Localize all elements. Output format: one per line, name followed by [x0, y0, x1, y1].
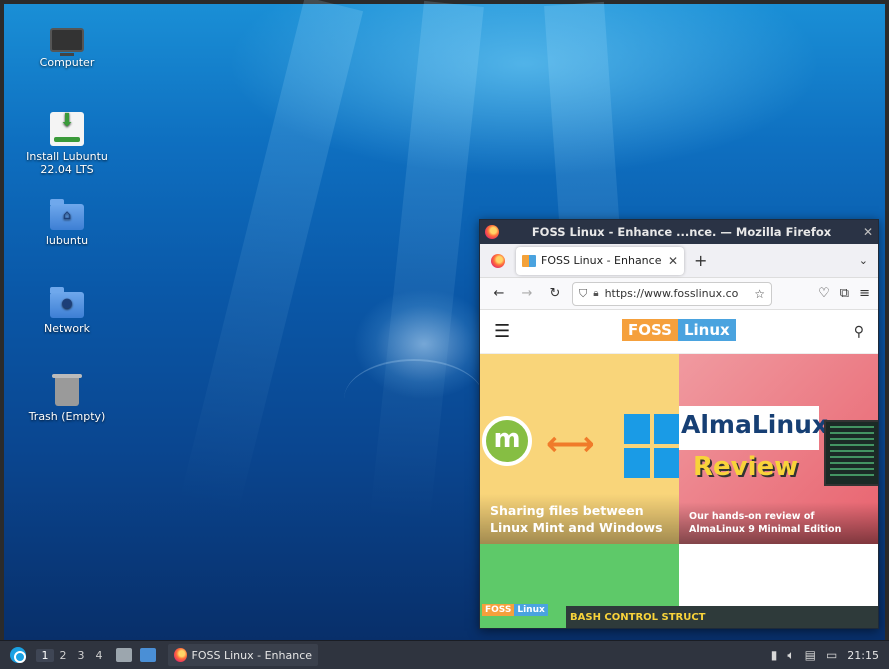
site-logo[interactable]: FOSS Linux: [622, 319, 736, 341]
article-card-almalinux-review[interactable]: AlmaLinux Review Our hands-on review of …: [679, 354, 878, 544]
firefox-icon: [485, 225, 499, 239]
system-tray: ▮ 🔈︎ ▤ ▭ 21:15: [771, 648, 889, 663]
network-icon[interactable]: ▭: [826, 648, 837, 662]
windows-logo-icon: [624, 414, 679, 480]
firefox-view-button[interactable]: [486, 253, 510, 268]
light-ray: [179, 0, 364, 516]
lubuntu-menu-icon[interactable]: [10, 647, 26, 663]
task-label: FOSS Linux - Enhance ...: [191, 648, 312, 662]
site-header: ☰ FOSS Linux ⚲: [480, 310, 878, 354]
list-tabs-button[interactable]: ⌄: [859, 254, 868, 267]
desktop-icon-trash[interactable]: Trash (Empty): [12, 374, 122, 423]
home-folder-icon: ⌂: [50, 199, 84, 230]
extensions-icon[interactable]: ⧉: [840, 286, 849, 301]
network-folder-icon: ●: [50, 287, 84, 318]
search-icon[interactable]: ⚲: [854, 324, 864, 340]
hamburger-menu-icon[interactable]: ☰: [494, 321, 510, 342]
forward-button[interactable]: →: [516, 286, 538, 301]
url-text[interactable]: https://www.fosslinux.co: [605, 287, 755, 300]
tracking-protection-shield-icon[interactable]: ⛉: [579, 287, 587, 301]
firefox-icon: [174, 648, 187, 662]
desktop-icon-label: lubuntu: [45, 234, 89, 247]
desktop-icon-label: Trash (Empty): [28, 410, 106, 423]
almalinux-banner: AlmaLinux: [679, 406, 828, 450]
desktop-icon-home-folder[interactable]: ⌂ lubuntu: [12, 198, 122, 247]
taskbar-task-firefox[interactable]: FOSS Linux - Enhance ...: [168, 644, 318, 666]
article-caption[interactable]: Sharing files between Linux Mint and Win…: [480, 494, 679, 544]
computer-icon: [50, 28, 84, 56]
article-card-mint-windows[interactable]: ⟷ Sharing files between Linux Mint and W…: [480, 354, 679, 544]
firefox-icon: [491, 253, 505, 268]
battery-icon[interactable]: ▮: [771, 648, 778, 662]
window-titlebar[interactable]: FOSS Linux - Enhance ...nce. — Mozilla F…: [480, 220, 878, 244]
double-arrow-icon: ⟷: [546, 424, 595, 464]
logo-foss: FOSS: [622, 319, 678, 341]
url-bar[interactable]: ⛉ 🔒︎ https://www.fosslinux.co ☆: [572, 281, 772, 306]
trash-icon: [52, 374, 82, 406]
navigation-toolbar: ← → ↻ ⛉ 🔒︎ https://www.fosslinux.co ☆ ♡ …: [480, 278, 878, 310]
lock-icon[interactable]: 🔒︎: [593, 288, 598, 299]
firefox-window[interactable]: FOSS Linux - Enhance ...nce. — Mozilla F…: [479, 219, 879, 629]
bookmark-star-icon[interactable]: ☆: [754, 287, 765, 301]
tab-label: FOSS Linux - Enhance yo: [541, 254, 664, 267]
window-title: FOSS Linux - Enhance ...nce. — Mozilla F…: [531, 225, 832, 239]
tab-close-icon[interactable]: ✕: [668, 254, 678, 268]
desktop-icon-computer[interactable]: Computer: [12, 22, 122, 69]
pocket-icon[interactable]: ♡: [818, 286, 830, 301]
new-tab-button[interactable]: +: [694, 251, 707, 270]
logo-linux: Linux: [677, 319, 736, 341]
light-ray: [369, 0, 484, 525]
install-icon: [50, 112, 84, 146]
menu-icon[interactable]: ≡: [859, 286, 870, 301]
article-caption[interactable]: Our hands-on review of AlmaLinux 9 Minim…: [679, 502, 878, 544]
foss-linux-favicon: [522, 254, 536, 267]
clipboard-icon[interactable]: ▤: [805, 648, 816, 662]
jellyfish-decoration: [344, 359, 484, 439]
workspace-3[interactable]: 3: [72, 649, 90, 662]
mini-logo: FOSS Linux: [482, 604, 548, 616]
review-banner: Review: [693, 452, 799, 482]
taskbar: 1 2 3 4 FOSS Linux - Enhance ... ▮ 🔈︎ ▤ …: [0, 640, 889, 669]
file-manager-icon[interactable]: [116, 648, 132, 662]
desktop-icon-network[interactable]: ● Network: [12, 286, 122, 335]
bash-control-banner: BASH CONTROL STRUCT: [566, 606, 878, 628]
volume-icon[interactable]: 🔈︎: [787, 648, 794, 663]
article-grid: ⟷ Sharing files between Linux Mint and W…: [480, 354, 878, 628]
desktop-icon-label: Install Lubuntu 22.04 LTS: [26, 150, 108, 176]
workspace-4[interactable]: 4: [90, 649, 108, 662]
clock[interactable]: 21:15: [847, 649, 879, 662]
tab-bar: FOSS Linux - Enhance yo ✕ + ⌄: [480, 244, 878, 278]
back-button[interactable]: ←: [488, 286, 510, 301]
desktop-icon-label: Network: [44, 322, 90, 335]
linux-mint-logo-icon: [482, 416, 532, 466]
desktop-icon-label: Computer: [39, 56, 95, 69]
terminal-screenshot: [824, 420, 878, 486]
workspace-1[interactable]: 1: [36, 648, 54, 662]
reload-button[interactable]: ↻: [544, 286, 566, 301]
show-desktop-icon[interactable]: [140, 648, 156, 662]
workspace-2[interactable]: 2: [54, 649, 72, 662]
tab-foss-linux[interactable]: FOSS Linux - Enhance yo ✕: [516, 246, 684, 275]
desktop-icon-install-lubuntu[interactable]: Install Lubuntu 22.04 LTS: [12, 112, 122, 176]
desktop-background: Computer Install Lubuntu 22.04 LTS ⌂ lub…: [0, 0, 889, 640]
window-close-button[interactable]: ✕: [858, 225, 878, 239]
